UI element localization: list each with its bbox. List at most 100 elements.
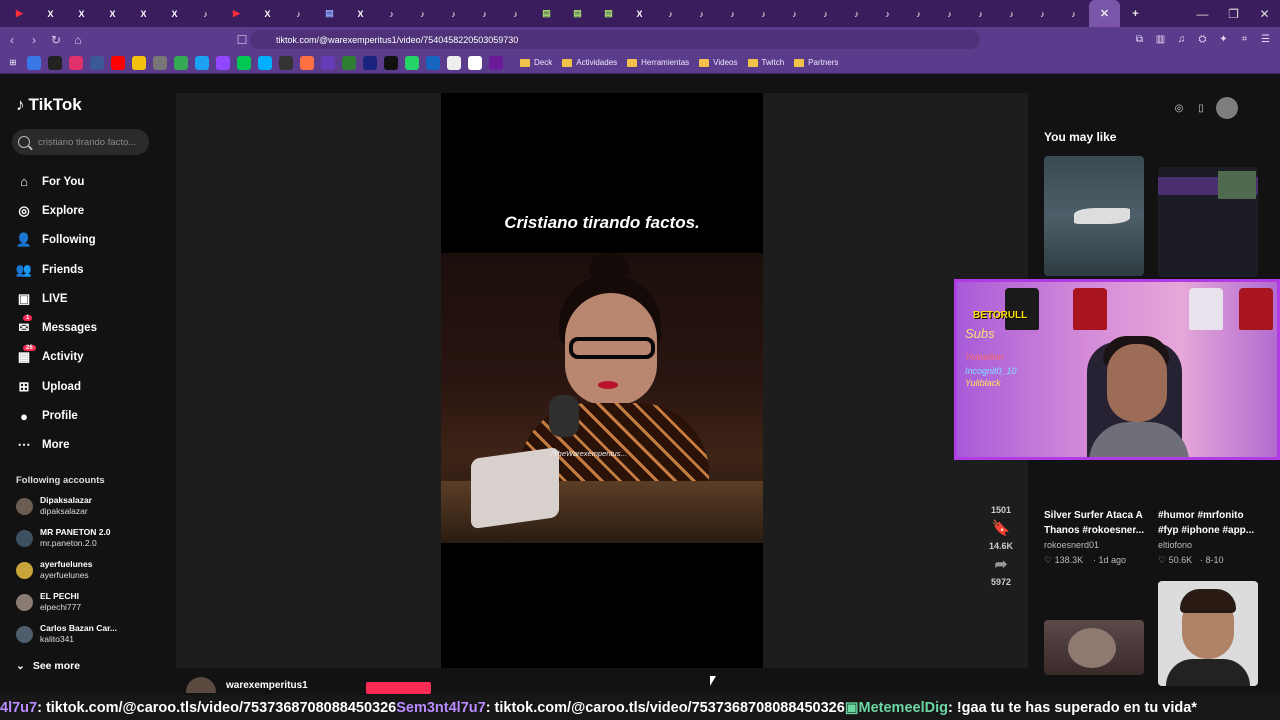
- browser-tab[interactable]: ♪: [469, 0, 500, 27]
- following-account[interactable]: Carlos Bazan Car... kalito341: [16, 623, 156, 645]
- browser-tab[interactable]: ♪: [965, 0, 996, 27]
- url-field[interactable]: tiktok.com/@warexemperitus1/video/754045…: [250, 30, 980, 49]
- follow-button[interactable]: [366, 682, 431, 694]
- browser-tab[interactable]: X: [624, 0, 655, 27]
- bookmark-folder[interactable]: Videos: [699, 58, 738, 67]
- bookmark-favicon-icon[interactable]: [174, 55, 188, 70]
- close-window-icon[interactable]: ✕: [1249, 0, 1280, 27]
- sidebar-item-messages[interactable]: ✉ 1 Messages: [16, 313, 166, 342]
- sidebar-item-upload[interactable]: ⊞ Upload: [16, 372, 166, 401]
- extension-icon[interactable]: ▥: [1152, 30, 1169, 49]
- bookmark-favicon-icon[interactable]: [258, 55, 272, 70]
- browser-tab[interactable]: X: [66, 0, 97, 27]
- sidebar-item-explore[interactable]: ◎ Explore: [16, 196, 166, 225]
- coins-icon[interactable]: ◎: [1172, 101, 1186, 115]
- creator-avatar[interactable]: [186, 677, 216, 693]
- browser-tab[interactable]: ▤: [593, 0, 624, 27]
- browser-tab[interactable]: X: [159, 0, 190, 27]
- bookmark-folder[interactable]: Actividades: [562, 58, 617, 67]
- reload-icon[interactable]: ↻: [46, 30, 66, 50]
- restore-icon[interactable]: ❐: [1218, 0, 1249, 27]
- bookmark-favicon-icon[interactable]: [153, 55, 167, 70]
- minimize-icon[interactable]: —: [1187, 0, 1218, 27]
- sidebar-item-profile[interactable]: ● Profile: [16, 401, 166, 430]
- extension-icon[interactable]: ⌗: [1236, 30, 1253, 49]
- bookmark-favicon-icon[interactable]: [384, 55, 398, 70]
- see-more-button[interactable]: ⌄ See more: [16, 660, 80, 672]
- browser-tab[interactable]: X: [252, 0, 283, 27]
- bookmark-favicon-icon[interactable]: [216, 55, 230, 70]
- browser-tab[interactable]: X: [345, 0, 376, 27]
- recommendation-thumbnail[interactable]: [1044, 156, 1144, 276]
- bookmark-favicon-icon[interactable]: [132, 55, 146, 70]
- browser-tab[interactable]: ▤: [531, 0, 562, 27]
- creator-username[interactable]: warexemperitus1: [226, 680, 308, 691]
- sidebar-item-activity[interactable]: ▦ 26 Activity: [16, 343, 166, 372]
- browser-tab[interactable]: X: [97, 0, 128, 27]
- sidebar-item-following[interactable]: 👤 Following: [16, 226, 166, 255]
- sidebar-item-more[interactable]: ⋯ More: [16, 431, 166, 460]
- bookmark-favicon-icon[interactable]: [48, 55, 62, 70]
- browser-tab[interactable]: ♪: [996, 0, 1027, 27]
- browser-tab[interactable]: ♪: [283, 0, 314, 27]
- home-button-icon[interactable]: ⌂: [68, 30, 88, 50]
- recommendation-thumbnail[interactable]: [1044, 620, 1144, 675]
- bookmark-folder[interactable]: Twitch: [747, 58, 784, 67]
- browser-tab[interactable]: ▶: [4, 0, 35, 27]
- bookmark-folder[interactable]: Deck: [520, 58, 552, 67]
- video-player[interactable]: Cristiano tirando factos. /TheWarexemper…: [441, 93, 763, 668]
- close-tab-icon[interactable]: ✕: [1100, 7, 1109, 20]
- bookmark-favicon-icon[interactable]: [27, 55, 41, 70]
- bookmark-favicon-icon[interactable]: [195, 55, 209, 70]
- bookmark-favicon-icon[interactable]: [279, 55, 293, 70]
- browser-tab[interactable]: ♪: [903, 0, 934, 27]
- browser-tab[interactable]: ♪: [717, 0, 748, 27]
- recommendation-title[interactable]: Silver Surfer Ataca A Thanos #rokoesner.…: [1044, 508, 1152, 538]
- back-icon[interactable]: ‹: [2, 30, 22, 50]
- extension-icon[interactable]: ⛭: [1194, 30, 1211, 49]
- bookmark-favicon-icon[interactable]: [468, 55, 482, 70]
- following-account[interactable]: Dipaksalazar dipaksalazar: [16, 495, 156, 517]
- sidebar-item-live[interactable]: ▣ LIVE: [16, 284, 166, 313]
- browser-tab[interactable]: ♪: [748, 0, 779, 27]
- device-icon[interactable]: ▯: [1194, 101, 1208, 115]
- browser-tab[interactable]: ▶: [221, 0, 252, 27]
- action-bookmark[interactable]: 🔖 14.6K: [985, 519, 1017, 551]
- bookmark-folder[interactable]: Herramientas: [627, 58, 689, 67]
- browser-tab[interactable]: ▤: [314, 0, 345, 27]
- browser-tab[interactable]: ♪: [1027, 0, 1058, 27]
- sidebar-item-friends[interactable]: 👥 Friends: [16, 255, 166, 284]
- following-account[interactable]: ayerfuelunes ayerfuelunes: [16, 559, 156, 581]
- browser-tab[interactable]: ♪: [500, 0, 531, 27]
- recommendation-thumbnail[interactable]: [1158, 167, 1258, 277]
- bookmark-favicon-icon[interactable]: [111, 55, 125, 70]
- recommendation-user[interactable]: rokoesnerd01: [1044, 540, 1099, 550]
- browser-tab[interactable]: ▤: [562, 0, 593, 27]
- bookmark-folder[interactable]: Partners: [794, 58, 838, 67]
- following-account[interactable]: EL PECHI elpechi777: [16, 591, 156, 613]
- profile-avatar[interactable]: [1216, 97, 1238, 119]
- bookmark-favicon-icon[interactable]: [342, 55, 356, 70]
- bookmark-favicon-icon[interactable]: [405, 55, 419, 70]
- bookmark-favicon-icon[interactable]: [69, 55, 83, 70]
- following-account[interactable]: MR PANETON 2.0 mr.paneton.2.0: [16, 527, 156, 549]
- search-input[interactable]: cristiano tirando facto...: [12, 129, 149, 155]
- tiktok-logo[interactable]: ♪ TikTok: [16, 95, 82, 115]
- apps-grid-icon[interactable]: ⊞: [6, 56, 20, 70]
- recommendation-user[interactable]: eltiofono: [1158, 540, 1192, 550]
- bookmark-favicon-icon[interactable]: [489, 55, 503, 70]
- extension-icon[interactable]: ⧉: [1131, 30, 1148, 49]
- browser-tab[interactable]: ♪: [841, 0, 872, 27]
- browser-tab[interactable]: ♪: [934, 0, 965, 27]
- sidebar-item-for-you[interactable]: ⌂ For You: [16, 167, 166, 196]
- browser-tab[interactable]: ♪: [438, 0, 469, 27]
- forward-icon[interactable]: ›: [24, 30, 44, 50]
- browser-tab[interactable]: ♪: [779, 0, 810, 27]
- recommendation-thumbnail[interactable]: [1158, 581, 1258, 686]
- browser-tab[interactable]: X: [128, 0, 159, 27]
- browser-tab[interactable]: ♪: [1058, 0, 1089, 27]
- browser-tab[interactable]: ♪: [655, 0, 686, 27]
- browser-tab[interactable]: X: [35, 0, 66, 27]
- browser-tab[interactable]: ♪: [686, 0, 717, 27]
- browser-tab[interactable]: ♪: [376, 0, 407, 27]
